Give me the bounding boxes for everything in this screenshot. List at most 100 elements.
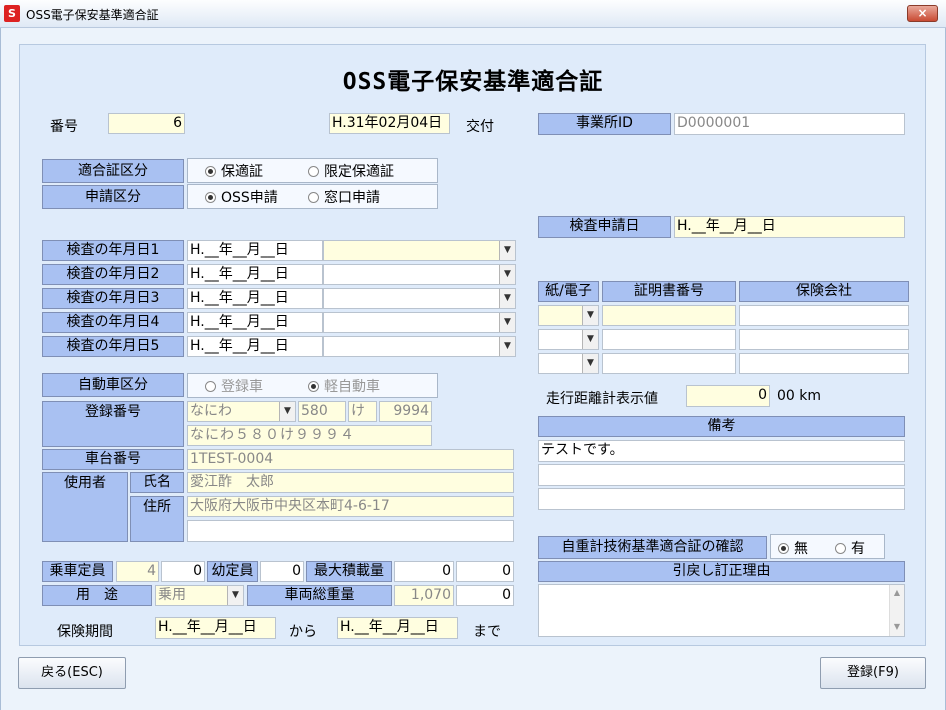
radio-label: 窓口申請 [324,190,380,206]
chevron-down-icon[interactable]: ▼ [499,265,515,284]
usage-label: 用 途 [42,585,152,606]
back-button[interactable]: 戻る(ESC) [18,657,126,689]
chevron-down-icon[interactable]: ▼ [499,313,515,332]
user-name-field[interactable]: 愛江酢 太郎 [187,472,514,493]
capacity-field-2[interactable]: 0 [161,561,205,582]
chevron-down-icon[interactable]: ▼ [499,337,515,356]
radio-icon [205,381,216,392]
radio-label: OSS申請 [221,190,278,206]
insurer-field-1[interactable] [739,305,909,326]
radio-madoguchi[interactable]: 窓口申請 [308,187,380,207]
capacity-label: 乗車定員 [42,561,113,582]
number-field[interactable]: 6 [108,113,185,134]
col-header-paper: 紙/電子 [538,281,599,302]
odometer-unit: 00 km [777,388,822,404]
radio-selected-icon [308,381,319,392]
child-capacity-field[interactable]: 0 [260,561,304,582]
user-address-label: 住所 [130,496,184,542]
inspection-date-field-5[interactable]: H.__年__月__日 [187,336,323,357]
radio-yes[interactable]: 有 [835,538,865,558]
registration-kana-field[interactable]: け [348,401,377,422]
insurance-from-field[interactable]: H.__年__月__日 [155,617,276,639]
vehicle-class-label: 自動車区分 [42,373,184,397]
inspection-dropdown-1[interactable] [323,240,516,261]
chevron-down-icon[interactable]: ▼ [582,306,598,325]
from-label: から [289,624,317,640]
chevron-down-icon[interactable]: ▼ [499,241,515,260]
window-title: OSS電子保安基準適合証 [26,8,159,22]
inspection-request-field[interactable]: H.__年__月__日 [674,216,905,238]
max-load-field-2[interactable]: 0 [456,561,514,582]
office-id-field[interactable]: D0000001 [674,113,905,135]
radio-label: 軽自動車 [324,379,380,395]
registration-class-field[interactable]: 580 [298,401,346,422]
chevron-down-icon[interactable]: ▼ [279,402,295,421]
issue-label: 交付 [466,119,494,135]
scroll-down-icon[interactable]: ▼ [890,597,904,631]
remarks-field-1[interactable]: テストです。 [538,440,905,462]
gross-weight-label: 車両総重量 [247,585,392,606]
insurance-period-label: 保険期間 [57,624,113,640]
inspection-date-label-5: 検査の年月日5 [42,336,184,357]
odometer-field[interactable]: 0 [686,385,770,407]
capacity-field[interactable]: 4 [116,561,159,582]
inspection-date-field-1[interactable]: H.__年__月__日 [187,240,323,261]
insurer-field-3[interactable] [739,353,909,374]
user-label: 使用者 [42,472,128,542]
office-id-label: 事業所ID [538,113,671,135]
correction-textarea[interactable] [538,584,905,637]
radio-kei[interactable]: 軽自動車 [308,376,380,396]
register-button[interactable]: 登録(F9) [820,657,926,689]
close-button[interactable]: × [907,5,938,22]
radio-icon [835,543,846,554]
chevron-down-icon[interactable]: ▼ [499,289,515,308]
gross-weight-field-1[interactable]: 1,070 [394,585,454,606]
radio-gentei[interactable]: 限定保適証 [308,161,394,181]
inspection-date-label-4: 検査の年月日4 [42,312,184,333]
inspection-date-field-3[interactable]: H.__年__月__日 [187,288,323,309]
cert-number-field-2[interactable] [602,329,736,350]
inspection-dropdown-2[interactable] [323,264,516,285]
insurer-field-2[interactable] [739,329,909,350]
chevron-down-icon[interactable]: ▼ [582,354,598,373]
application-type-label: 申請区分 [42,185,184,209]
chassis-field[interactable]: 1TEST-0004 [187,449,514,470]
radio-registered[interactable]: 登録車 [205,376,263,396]
inspection-date-label-1: 検査の年月日1 [42,240,184,261]
radio-selected-icon [205,166,216,177]
gross-weight-field-2[interactable]: 0 [456,585,514,606]
scroll-up-icon[interactable]: ▲ [890,585,904,597]
radio-none[interactable]: 無 [778,538,808,558]
scrollbar[interactable]: ▲ ▼ [889,585,904,636]
inspection-dropdown-3[interactable] [323,288,516,309]
registration-serial-field[interactable]: 9994 [379,401,432,422]
radio-icon [308,192,319,203]
chevron-down-icon[interactable]: ▼ [227,586,243,605]
insurance-to-field[interactable]: H.__年__月__日 [337,617,458,639]
user-address-field-2[interactable] [187,520,514,542]
radio-label: 保適証 [221,164,263,180]
cert-number-field-1[interactable] [602,305,736,326]
cert-number-field-3[interactable] [602,353,736,374]
radio-label: 限定保適証 [324,164,394,180]
inspection-dropdown-4[interactable] [323,312,516,333]
radio-selected-icon [205,192,216,203]
remarks-field-3[interactable] [538,488,905,510]
inspection-request-label: 検査申請日 [538,216,671,238]
issue-date-field[interactable]: H.31年02月04日 [329,113,450,134]
radio-hotekisho[interactable]: 保適証 [205,161,263,181]
inspection-date-field-4[interactable]: H.__年__月__日 [187,312,323,333]
max-load-label: 最大積載量 [306,561,392,582]
registration-full-field[interactable]: なにわ５８０け９９９４ [187,425,432,446]
radio-oss[interactable]: OSS申請 [205,187,278,207]
col-header-insurer: 保険会社 [739,281,909,302]
remarks-field-2[interactable] [538,464,905,486]
chevron-down-icon[interactable]: ▼ [582,330,598,349]
inspection-date-field-2[interactable]: H.__年__月__日 [187,264,323,285]
inspection-dropdown-5[interactable] [323,336,516,357]
number-label: 番号 [50,119,78,135]
user-address-field[interactable]: 大阪府大阪市中央区本町4-6-17 [187,496,514,517]
max-load-field-1[interactable]: 0 [394,561,454,582]
remarks-label: 備考 [538,416,905,437]
col-header-cert-no: 証明書番号 [602,281,736,302]
